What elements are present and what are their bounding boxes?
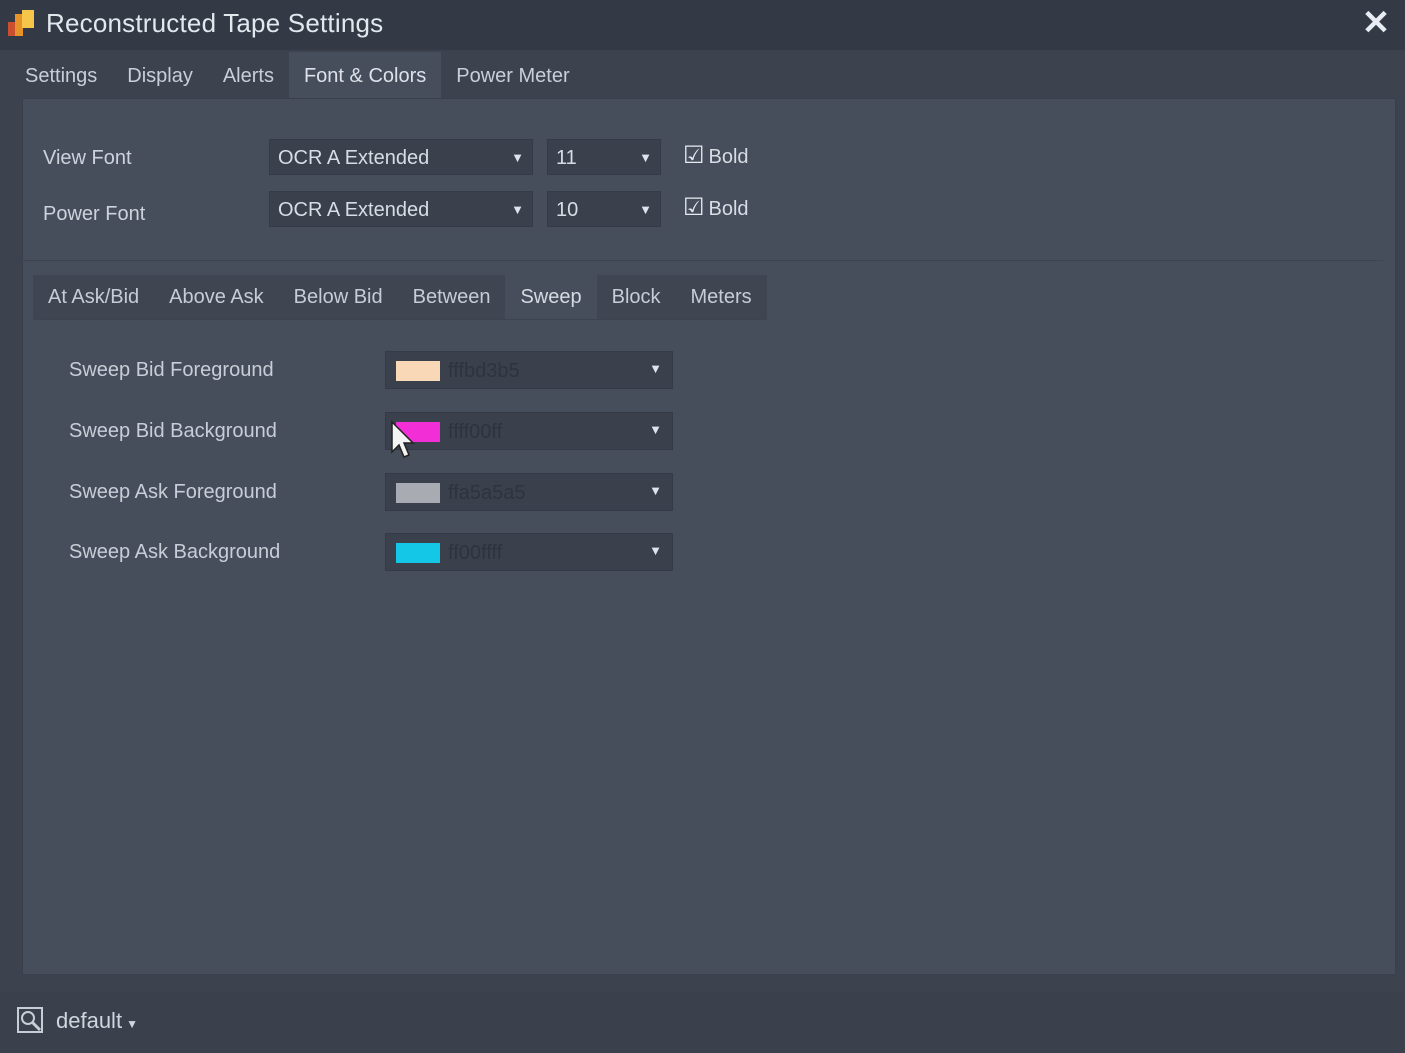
- profile-dropdown[interactable]: default ▼: [56, 1008, 138, 1034]
- view-font-family-select[interactable]: OCR A Extended ▼: [269, 139, 533, 175]
- chevron-down-icon: ▼: [649, 543, 662, 558]
- tab-above-ask[interactable]: Above Ask: [154, 275, 279, 319]
- color-swatch: [396, 483, 440, 503]
- app-icon: [8, 10, 34, 36]
- sweep-bid-background-color-select[interactable]: ffff00ff ▼: [385, 412, 673, 450]
- color-label: Sweep Bid Foreground: [69, 359, 274, 381]
- view-font-size-select[interactable]: 11 ▼: [547, 139, 661, 175]
- color-hex-value: ff00ffff: [448, 542, 503, 564]
- sweep-bid-foreground-color-select[interactable]: fffbd3b5 ▼: [385, 351, 673, 389]
- chevron-down-icon: ▼: [639, 150, 652, 165]
- color-label: Sweep Bid Background: [69, 420, 277, 442]
- color-label: Sweep Ask Foreground: [69, 481, 277, 503]
- profile-name: default: [56, 1008, 123, 1033]
- color-hex-value: ffff00ff: [448, 421, 503, 443]
- main-tab-bar: Settings Display Alerts Font & Colors Po…: [10, 52, 585, 98]
- close-icon[interactable]: ✕: [1359, 6, 1393, 40]
- footer-bar: default ▼: [0, 992, 1405, 1053]
- title-bar: Reconstructed Tape Settings ✕: [0, 0, 1405, 50]
- chevron-down-icon: ▼: [511, 202, 524, 217]
- chevron-down-icon: ▼: [649, 483, 662, 498]
- color-hex-value: fffbd3b5: [448, 360, 520, 382]
- tab-alerts[interactable]: Alerts: [208, 52, 289, 98]
- view-font-bold-checkbox[interactable]: ☑ Bold: [683, 141, 749, 170]
- chevron-down-icon: ▼: [649, 361, 662, 376]
- power-font-row: Power Font OCR A Extended ▼ 10 ▼ ☑ Bold: [23, 191, 923, 231]
- view-font-bold-label: Bold: [708, 146, 749, 168]
- view-font-size-value: 11: [556, 147, 577, 169]
- chevron-down-icon: ▼: [511, 150, 524, 165]
- tab-power-meter[interactable]: Power Meter: [441, 52, 584, 98]
- color-swatch: [396, 361, 440, 381]
- window-title: Reconstructed Tape Settings: [46, 8, 384, 38]
- view-font-family-value: OCR A Extended: [278, 147, 430, 169]
- sweep-ask-background-row: Sweep Ask Background ff00ffff ▼: [23, 533, 723, 573]
- sweep-bid-foreground-row: Sweep Bid Foreground fffbd3b5 ▼: [23, 351, 723, 391]
- sweep-ask-foreground-row: Sweep Ask Foreground ffa5a5a5 ▼: [23, 473, 723, 513]
- color-category-tabs: At Ask/Bid Above Ask Below Bid Between S…: [33, 275, 767, 320]
- tab-below-bid[interactable]: Below Bid: [279, 275, 398, 319]
- font-colors-panel: View Font OCR A Extended ▼ 11 ▼ ☑ Bold Po…: [22, 98, 1396, 975]
- power-font-size-select[interactable]: 10 ▼: [547, 191, 661, 227]
- tab-meters[interactable]: Meters: [676, 275, 767, 319]
- power-font-size-value: 10: [556, 199, 579, 221]
- tab-sweep[interactable]: Sweep: [505, 275, 597, 319]
- color-hex-value: ffa5a5a5: [448, 482, 526, 504]
- tab-between[interactable]: Between: [398, 275, 506, 319]
- checkbox-checked-icon: ☑: [683, 142, 705, 169]
- checkbox-checked-icon: ☑: [683, 194, 705, 221]
- tab-font-colors[interactable]: Font & Colors: [288, 52, 442, 98]
- tab-at-ask-bid[interactable]: At Ask/Bid: [33, 275, 154, 319]
- chevron-down-icon: ▼: [639, 202, 652, 217]
- font-section: View Font OCR A Extended ▼ 11 ▼ ☑ Bold Po…: [23, 105, 1383, 261]
- power-font-bold-checkbox[interactable]: ☑ Bold: [683, 193, 749, 222]
- power-font-family-select[interactable]: OCR A Extended ▼: [269, 191, 533, 227]
- chevron-down-icon: ▼: [649, 422, 662, 437]
- chevron-down-icon: ▼: [126, 1017, 138, 1031]
- sweep-ask-foreground-color-select[interactable]: ffa5a5a5 ▼: [385, 473, 673, 511]
- view-font-row: View Font OCR A Extended ▼ 11 ▼ ☑ Bold: [23, 139, 923, 179]
- profile-settings-icon[interactable]: [16, 1006, 44, 1034]
- color-swatch: [396, 543, 440, 563]
- color-label: Sweep Ask Background: [69, 541, 281, 563]
- power-font-label: Power Font: [43, 203, 146, 225]
- tab-block[interactable]: Block: [597, 275, 676, 319]
- tab-settings[interactable]: Settings: [10, 52, 112, 98]
- sweep-bid-background-row: Sweep Bid Background ffff00ff ▼: [23, 412, 723, 452]
- tab-display[interactable]: Display: [112, 52, 208, 98]
- power-font-bold-label: Bold: [708, 198, 749, 220]
- power-font-family-value: OCR A Extended: [278, 199, 430, 221]
- sweep-ask-background-color-select[interactable]: ff00ffff ▼: [385, 533, 673, 571]
- mouse-pointer-icon: [391, 420, 415, 458]
- view-font-label: View Font: [43, 147, 132, 169]
